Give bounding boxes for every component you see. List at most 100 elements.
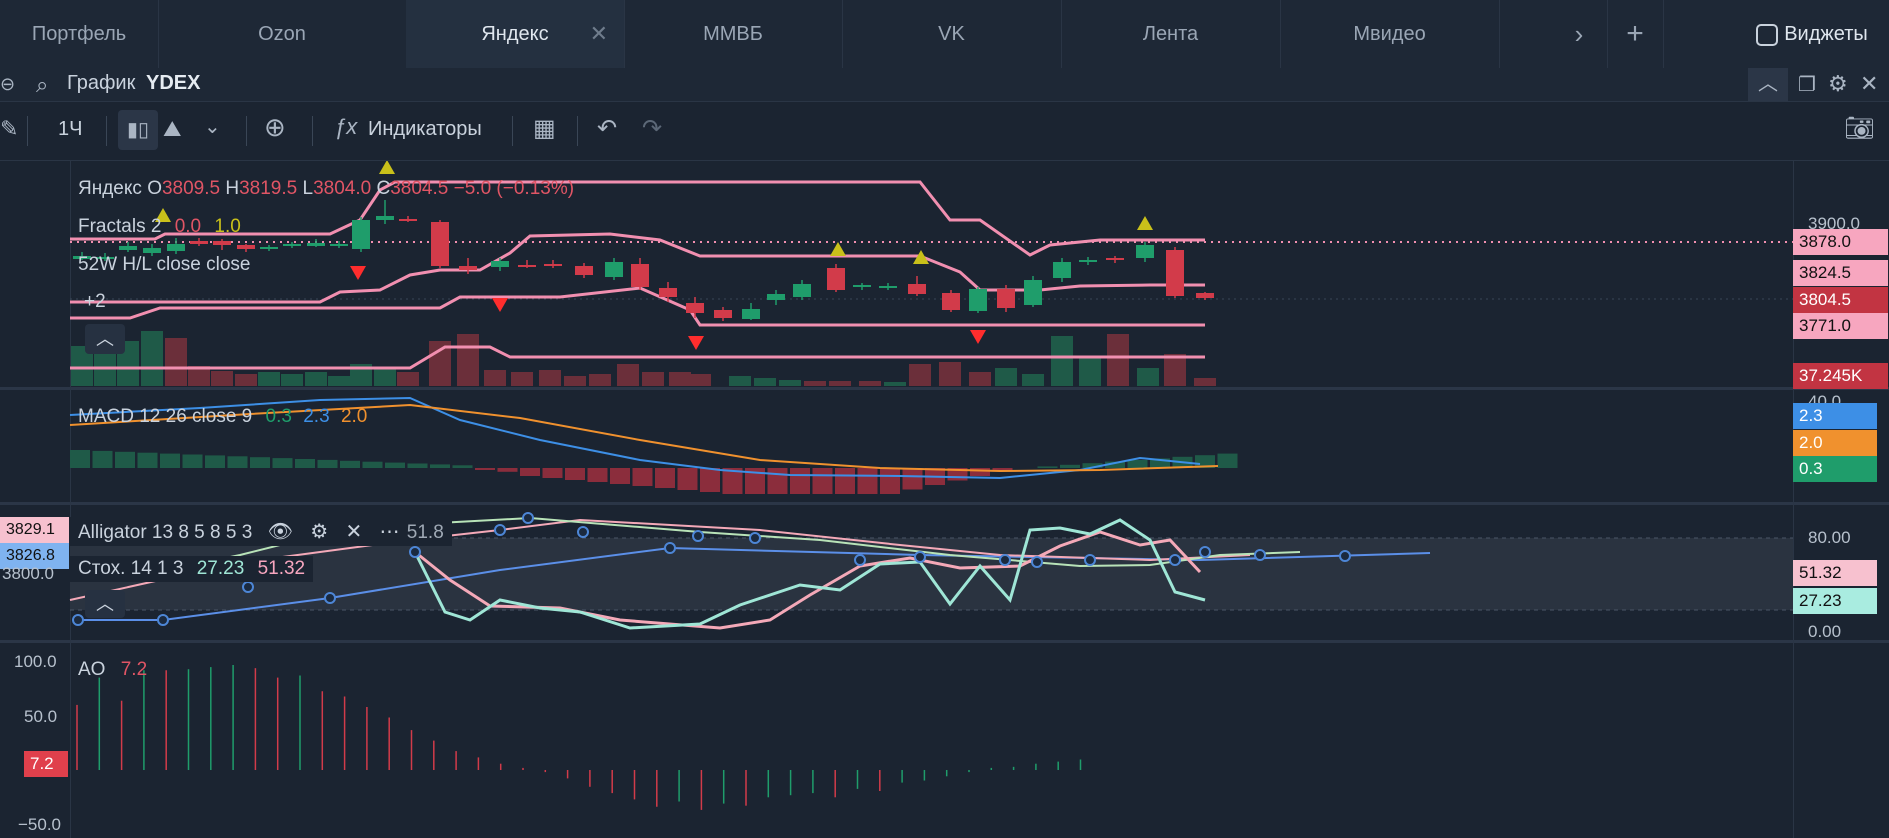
interval-button[interactable]: 1Ч xyxy=(58,118,82,141)
candle-body xyxy=(431,222,449,266)
candle-body xyxy=(459,266,477,270)
gear-icon[interactable]: ⚙ xyxy=(1828,71,1848,97)
volume-bar xyxy=(328,376,350,386)
more-icon[interactable]: ⋯ xyxy=(380,521,400,543)
fractals-label: Fractals 2 xyxy=(78,216,162,237)
camera-icon[interactable]: 📷︎ xyxy=(1844,114,1874,143)
macd-hist-bar xyxy=(587,468,608,482)
volume-bar xyxy=(165,338,187,386)
macd-hist-bar xyxy=(182,454,203,468)
candle-body xyxy=(793,284,811,297)
open-label: O xyxy=(147,178,162,199)
undo-icon[interactable]: ↶ xyxy=(597,114,617,143)
chevron-down-icon[interactable]: ⌄ xyxy=(204,114,221,139)
volume-bar xyxy=(1107,334,1129,386)
tab-mmvb[interactable]: ММВБ xyxy=(624,0,843,68)
close-icon[interactable]: ✕ xyxy=(345,521,362,543)
layout-grid-icon[interactable]: ▦ xyxy=(533,114,556,143)
volume-bar xyxy=(235,374,257,386)
volume-bar xyxy=(397,372,419,386)
price-tag-3824: 3824.5 xyxy=(1793,260,1888,286)
eye-icon[interactable]: 👁︎ xyxy=(268,521,293,543)
tab-ozon[interactable]: Ozon xyxy=(158,0,407,68)
popout-icon[interactable]: ❐ xyxy=(1798,72,1816,97)
fractal-down-marker xyxy=(492,298,508,312)
pane-separator[interactable] xyxy=(0,387,1889,390)
alligator-dot xyxy=(1084,554,1096,566)
volume-bar xyxy=(281,374,303,386)
volume-bar xyxy=(539,370,561,386)
redo-icon[interactable]: ↷ xyxy=(642,114,662,143)
collapse-legend-button[interactable]: ︿ xyxy=(85,590,125,618)
candle-body xyxy=(213,241,231,245)
volume-bar xyxy=(141,331,163,386)
candle-body xyxy=(307,243,325,246)
volume-bar xyxy=(617,364,639,386)
fractals-legend[interactable]: Fractals 2 0.0 1.0 xyxy=(78,216,241,238)
divider xyxy=(512,116,513,146)
stoch-axis-80: 80.00 xyxy=(1808,528,1851,547)
area-chart-icon[interactable]: ⛰ xyxy=(163,116,181,142)
candles-icon[interactable]: ▮▯ xyxy=(118,110,158,150)
volume-bar xyxy=(642,372,664,386)
volume-bar xyxy=(754,378,776,386)
pane-separator[interactable] xyxy=(0,640,1889,643)
tab-label: Мвидео xyxy=(1353,23,1426,45)
hl-legend[interactable]: 52W H/L close close xyxy=(78,254,250,276)
alligator-legend[interactable]: Alligator 13 8 5 8 5 3 👁︎ ⚙ ✕ ⋯ 51.8 xyxy=(70,517,452,546)
tab-portfolio[interactable]: Портфель xyxy=(0,0,159,68)
ohlc-legend[interactable]: Яндекс O3809.5 H3819.5 L3804.0 C3804.5 −… xyxy=(78,178,574,200)
high-value: 3819.5 xyxy=(239,178,298,199)
macd-hist-bar xyxy=(1060,464,1080,468)
chart-label: График xyxy=(67,72,136,94)
tab-mvideo[interactable]: Мвидео xyxy=(1280,0,1500,68)
alligator-dot xyxy=(914,551,926,563)
add-circle-icon[interactable]: ⊕ xyxy=(264,112,286,143)
tab-yandex[interactable]: Яндекс ✕ xyxy=(406,0,625,68)
macd-hist-bar xyxy=(475,468,495,470)
fractal-down-marker xyxy=(688,336,704,350)
tab-vk[interactable]: VK xyxy=(842,0,1062,68)
stoch-k-value: 27.23 xyxy=(196,558,245,579)
collapse-legend-button[interactable]: ︿ xyxy=(85,324,125,354)
price-tag-3878: 3878.0 xyxy=(1793,229,1888,255)
pane-separator[interactable] xyxy=(0,502,1889,505)
alligator-dot xyxy=(1339,550,1351,562)
macd-legend[interactable]: MACD 12 26 close 9 0.3 2.3 2.0 xyxy=(78,406,367,428)
close-icon[interactable]: ✕ xyxy=(1860,71,1878,97)
stoch-legend[interactable]: Стох. 14 1 3 27.23 51.32 xyxy=(70,556,314,582)
function-icon[interactable]: ƒx xyxy=(334,114,357,140)
widgets-button[interactable]: Виджеты xyxy=(1735,0,1889,68)
add-tab-icon[interactable]: + xyxy=(1607,0,1664,68)
gear-icon[interactable]: ⚙ xyxy=(310,521,328,543)
macd-hist-bar xyxy=(115,451,135,468)
stoch-axis-0: 0.00 xyxy=(1808,622,1842,641)
volume-bar xyxy=(669,372,691,386)
chevron-right-icon[interactable]: › xyxy=(1551,0,1608,68)
symbol-name: Яндекс xyxy=(78,178,142,199)
ao-value-tag: 7.2 xyxy=(24,751,68,777)
more-indicators-badge[interactable]: +2 xyxy=(84,291,106,313)
ticker[interactable]: YDEX xyxy=(146,72,200,95)
volume-bar xyxy=(374,368,396,386)
tab-label: Ozon xyxy=(258,23,306,45)
macd-hist-bar xyxy=(812,468,833,494)
chart-canvas[interactable] xyxy=(0,161,1889,838)
chart-toolbar: ✎ 1Ч ▮▯ ⛰ ⌄ ⊕ ƒx Индикаторы ▦ ↶ ↷ 📷︎ xyxy=(0,102,1889,161)
collapse-icon[interactable]: ⊖ xyxy=(0,74,15,95)
macd-hist-value: 0.3 xyxy=(265,406,292,427)
ao-legend[interactable]: AO 7.2 xyxy=(78,659,147,681)
stoch-d-tag: 51.32 xyxy=(1793,560,1877,586)
tab-label: Лента xyxy=(1142,23,1199,45)
pencil-icon[interactable]: ✎ xyxy=(0,116,18,142)
close-tab-icon[interactable]: ✕ xyxy=(590,0,608,68)
macd-hist-bar xyxy=(250,457,270,468)
candle-body xyxy=(352,220,370,249)
search-icon[interactable]: ⌕ xyxy=(36,72,48,98)
indicators-button[interactable]: Индикаторы xyxy=(368,118,482,141)
macd-hist-bar xyxy=(137,452,158,468)
chevron-up-icon[interactable]: ︿ xyxy=(1748,68,1788,101)
tab-lenta[interactable]: Лента xyxy=(1061,0,1281,68)
candle-body xyxy=(143,248,161,253)
candle-body xyxy=(376,216,394,220)
